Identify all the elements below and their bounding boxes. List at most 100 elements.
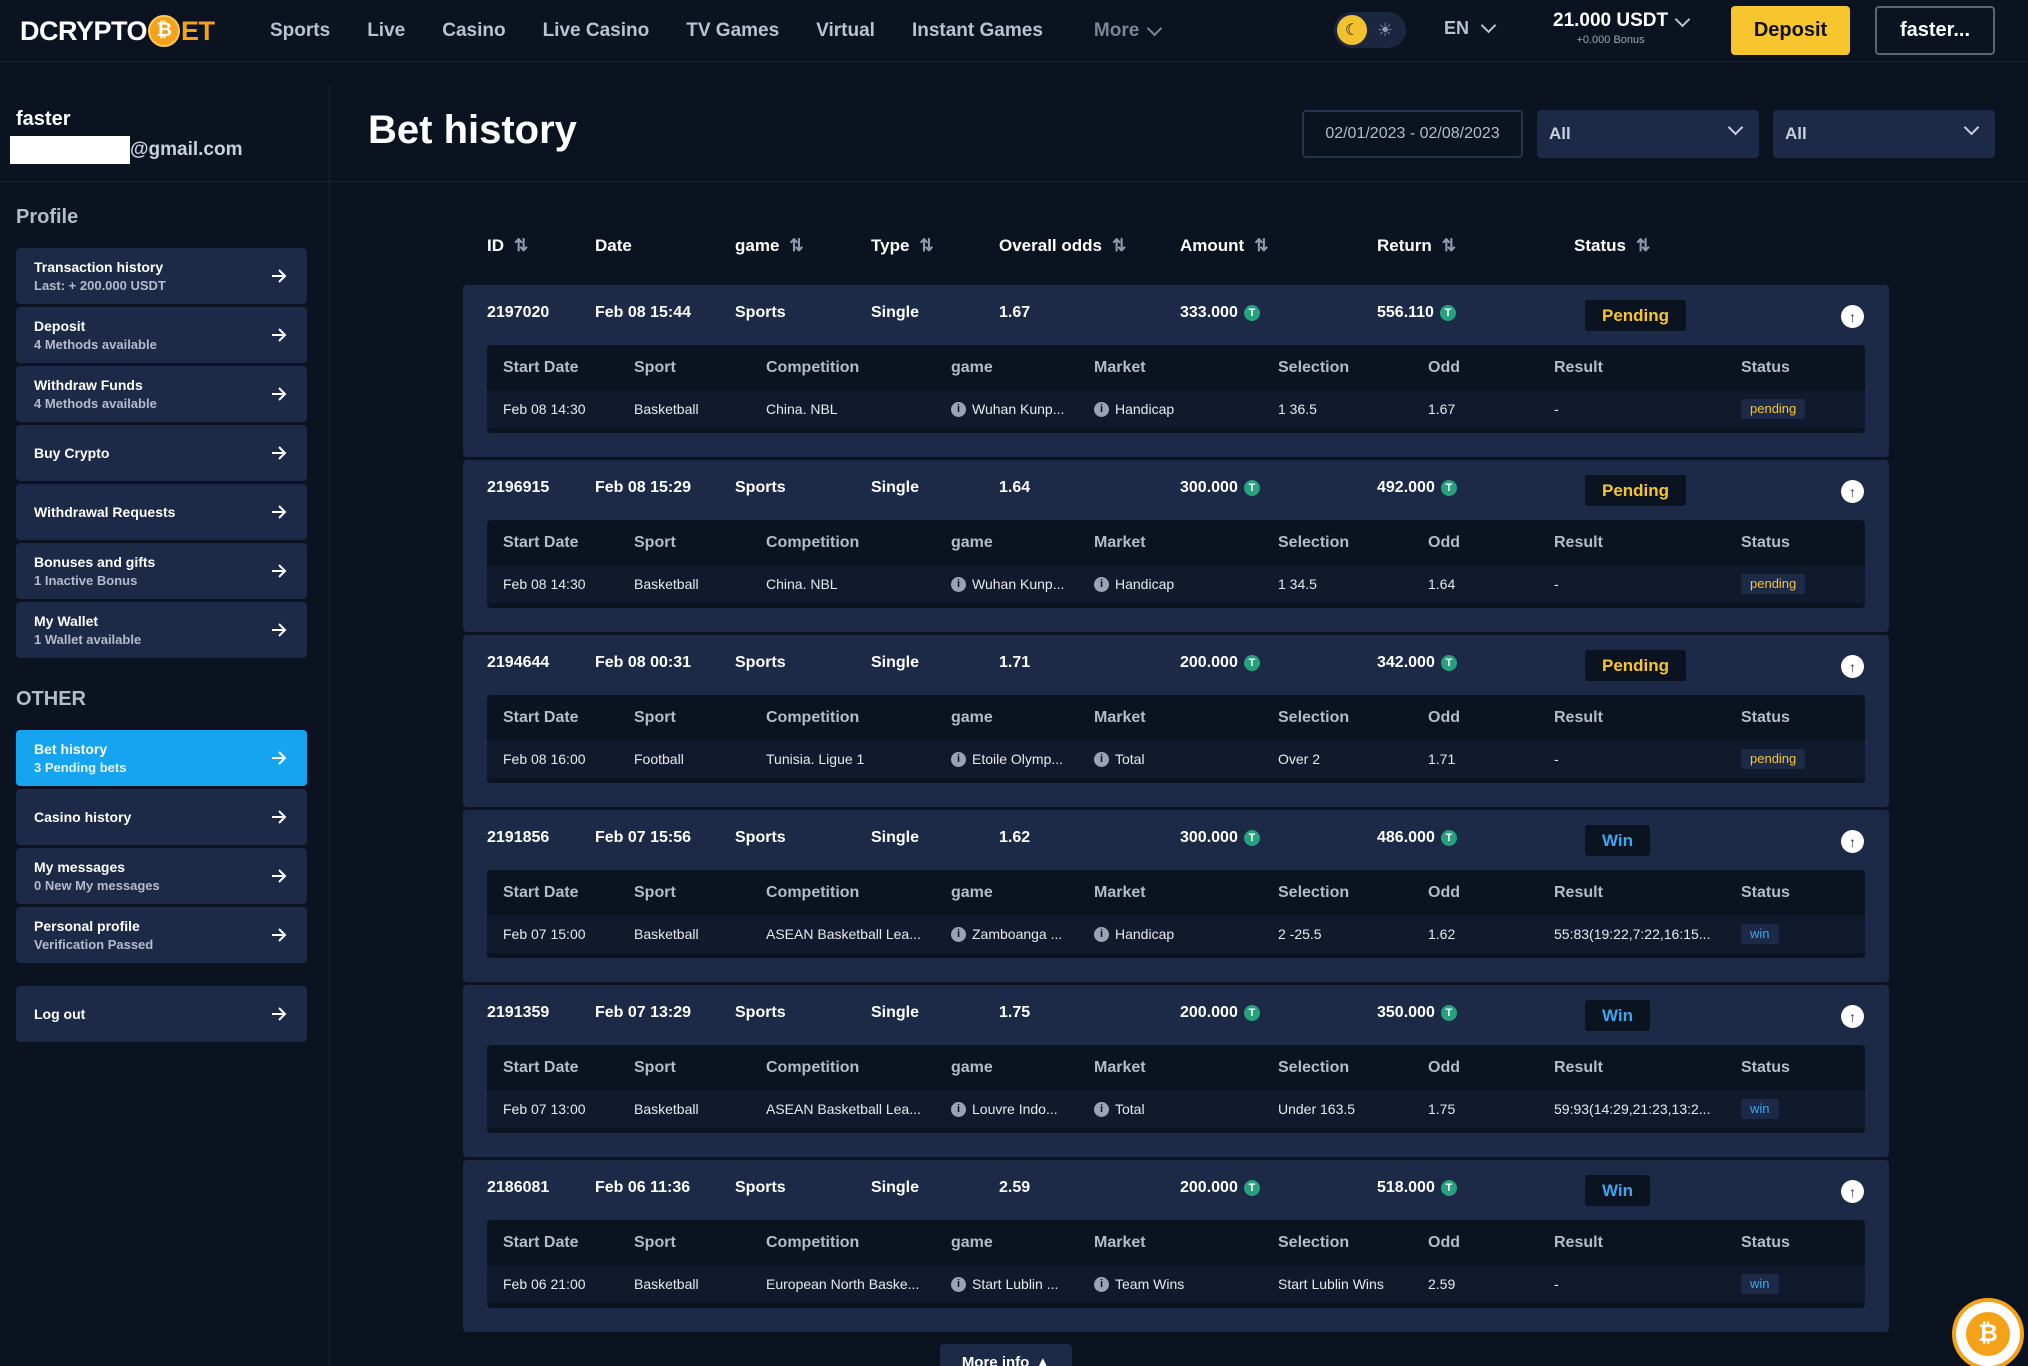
bet-row[interactable]: 2186081 Feb 06 11:36 Sports Single 2.59 200.0… — [463, 1160, 1889, 1332]
site-logo[interactable]: D CRYPTO ₿ ET — [20, 13, 215, 49]
sidebar-item-transaction-history[interactable]: Transaction history Last: + 200.000 USDT — [16, 248, 307, 304]
column-label: Overall odds — [999, 236, 1102, 255]
nav-sports[interactable]: Sports — [270, 20, 330, 42]
sidebar-item-casino-history[interactable]: Casino history — [16, 789, 307, 845]
nav-tv-games[interactable]: TV Games — [686, 20, 779, 42]
detail-odd: 1.64 — [1428, 576, 1455, 592]
arrow-right-icon — [272, 751, 287, 765]
date-range-picker[interactable]: 02/01/2023 - 02/08/2023 — [1302, 110, 1523, 158]
info-icon[interactable]: i — [1094, 1101, 1109, 1117]
nav-more-label: More — [1093, 20, 1140, 41]
user-menu-button[interactable]: faster... — [1875, 6, 1995, 55]
sidebar-item-my-wallet[interactable]: My Wallet 1 Wallet available — [16, 602, 307, 658]
amount-value: 200.000 — [1180, 654, 1238, 671]
detail-column-header: Selection — [1278, 709, 1350, 726]
detail-column-header: game — [951, 884, 993, 901]
info-icon[interactable]: i — [1094, 576, 1109, 592]
collapse-arrow-up-icon[interactable]: ↑ — [1841, 830, 1864, 853]
info-icon[interactable]: i — [1094, 926, 1109, 942]
detail-competition: China. NBL — [766, 401, 838, 417]
logout-button[interactable]: Log out — [16, 986, 307, 1042]
detail-result: - — [1554, 576, 1559, 592]
bitcoin-icon: ₿ — [148, 15, 181, 47]
info-icon[interactable]: i — [951, 1276, 966, 1292]
language-selector[interactable]: EN — [1444, 17, 1497, 39]
detail-column-header: Market — [1094, 884, 1146, 901]
detail-column-header: Result — [1554, 359, 1603, 376]
bet-detail-table: Start Date Sport Competition game Market Sele… — [487, 1045, 1865, 1133]
sidebar-item-bet-history[interactable]: Bet history 3 Pending bets — [16, 730, 307, 786]
detail-column-header: game — [951, 1059, 993, 1076]
column-status[interactable]: Status ⇅ — [1574, 236, 1650, 256]
filter-select-1[interactable]: All — [1537, 110, 1759, 158]
sidebar-item-sublabel: Verification Passed — [34, 937, 154, 952]
sidebar-item-my-messages[interactable]: My messages 0 New My messages — [16, 848, 307, 904]
detail-game: i Start Lublin ... — [951, 1276, 1058, 1292]
detail-sport: Football — [634, 751, 684, 767]
detail-column-header: Odd — [1428, 1234, 1460, 1251]
column-return[interactable]: Return ⇅ — [1377, 236, 1456, 256]
nav-live-casino[interactable]: Live Casino — [543, 20, 650, 42]
bet-row[interactable]: 2197020 Feb 08 15:44 Sports Single 1.67 333.0… — [463, 285, 1889, 457]
bet-row[interactable]: 2191359 Feb 07 13:29 Sports Single 1.75 200.0… — [463, 985, 1889, 1157]
bet-amount: 200.000 T — [1180, 654, 1260, 672]
usdt-icon: T — [1243, 305, 1260, 321]
sun-icon: ☀ — [1377, 19, 1394, 40]
sidebar-item-deposit[interactable]: Deposit 4 Methods available — [16, 307, 307, 363]
sidebar-item-withdrawal-requests[interactable]: Withdrawal Requests — [16, 484, 307, 540]
bet-row[interactable]: 2191856 Feb 07 15:56 Sports Single 1.62 300.0… — [463, 810, 1889, 982]
collapse-arrow-up-icon[interactable]: ↑ — [1841, 305, 1864, 328]
detail-selection-value: Start Lublin Wins — [1278, 1276, 1384, 1292]
top-navigation-bar: D CRYPTO ₿ ET Sports Live Casino Live Casin… — [0, 0, 2028, 62]
sidebar-item-label: Withdrawal Requests — [34, 504, 176, 520]
chevron-down-icon[interactable] — [1674, 11, 1691, 28]
info-icon[interactable]: i — [951, 576, 966, 592]
bet-odds: 2.59 — [999, 1179, 1031, 1196]
info-icon[interactable]: i — [1094, 1276, 1109, 1292]
info-icon[interactable]: i — [951, 926, 966, 942]
sidebar-item-bonuses-and-gifts[interactable]: Bonuses and gifts 1 Inactive Bonus — [16, 543, 307, 599]
support-chat-button[interactable]: ₿ — [1952, 1298, 2024, 1366]
balance-display[interactable]: 21.000 USDT +0.000 Bonus — [1553, 10, 1668, 46]
bet-row[interactable]: 2196915 Feb 08 15:29 Sports Single 1.64 300.0… — [463, 460, 1889, 632]
sidebar-item-withdraw-funds[interactable]: Withdraw Funds 4 Methods available — [16, 366, 307, 422]
sidebar-item-personal-profile[interactable]: Personal profile Verification Passed — [16, 907, 307, 963]
usdt-icon: T — [1243, 830, 1260, 846]
filter-select-2[interactable]: All — [1773, 110, 1995, 158]
nav-instant-games[interactable]: Instant Games — [912, 20, 1043, 42]
sidebar-item-buy-crypto[interactable]: Buy Crypto — [16, 425, 307, 481]
info-icon[interactable]: i — [951, 401, 966, 417]
info-icon[interactable]: i — [1094, 401, 1109, 417]
detail-sport: Basketball — [634, 401, 699, 417]
detail-competition: ASEAN Basketball Lea... — [766, 926, 921, 942]
bet-row[interactable]: 2194644 Feb 08 00:31 Sports Single 1.71 200.0… — [463, 635, 1889, 807]
deposit-button[interactable]: Deposit — [1731, 6, 1850, 55]
nav-virtual[interactable]: Virtual — [816, 20, 875, 42]
more-info-button[interactable]: More info ▲ — [940, 1344, 1072, 1366]
detail-selection-value: 1 34.5 — [1278, 576, 1317, 592]
theme-toggle[interactable]: ☾ ☀ — [1334, 12, 1406, 48]
column-amount[interactable]: Amount ⇅ — [1180, 236, 1269, 256]
sort-icon: ⇅ — [789, 236, 803, 255]
nav-more-dropdown[interactable]: More — [1093, 20, 1163, 42]
detail-column-header: Status — [1741, 1234, 1790, 1251]
column-type[interactable]: Type ⇅ — [871, 236, 934, 256]
column-id[interactable]: ID ⇅ — [487, 236, 528, 256]
info-icon[interactable]: i — [951, 1101, 966, 1117]
detail-column-header: game — [951, 1234, 993, 1251]
info-icon[interactable]: i — [951, 751, 966, 767]
collapse-arrow-up-icon[interactable]: ↑ — [1841, 480, 1864, 503]
nav-live[interactable]: Live — [367, 20, 405, 42]
main-nav: Sports Live Casino Live Casino TV Games … — [270, 0, 1163, 62]
column-overall-odds[interactable]: Overall odds ⇅ — [999, 236, 1126, 256]
column-game[interactable]: game ⇅ — [735, 236, 804, 256]
collapse-arrow-up-icon[interactable]: ↑ — [1841, 655, 1864, 678]
info-icon[interactable]: i — [1094, 751, 1109, 767]
collapse-arrow-up-icon[interactable]: ↑ — [1841, 1180, 1864, 1203]
arrow-right-icon — [272, 623, 287, 637]
collapse-arrow-up-icon[interactable]: ↑ — [1841, 1005, 1864, 1028]
arrow-right-icon — [272, 869, 287, 883]
bet-game: Sports — [735, 304, 786, 321]
nav-casino[interactable]: Casino — [442, 20, 505, 42]
detail-column-header: Odd — [1428, 709, 1460, 726]
